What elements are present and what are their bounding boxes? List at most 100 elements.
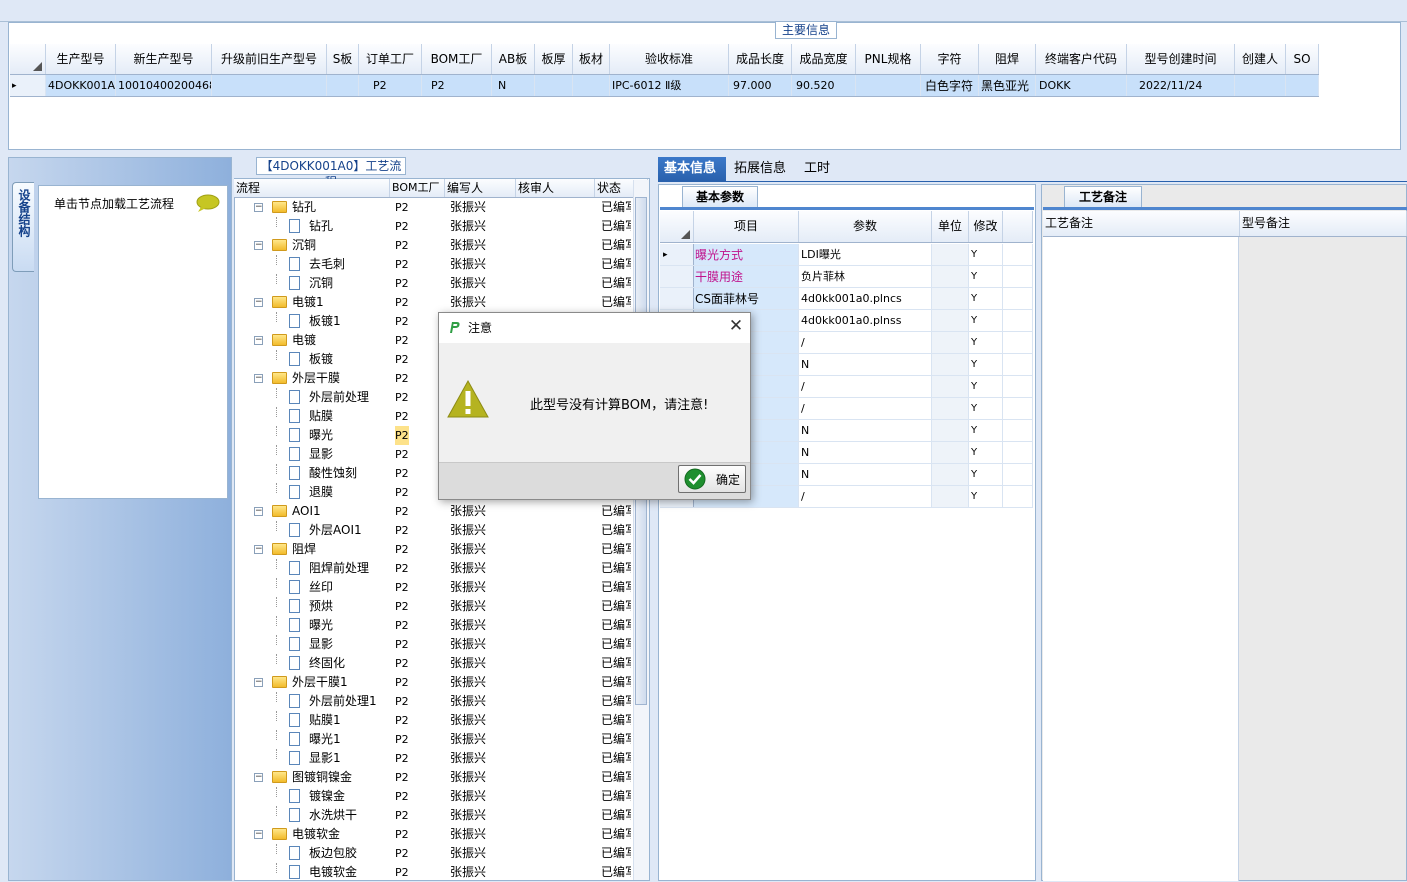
tree-node[interactable]: − AOI1 P2 张振兴 已编写	[234, 502, 634, 521]
col-header[interactable]: 项目	[694, 211, 799, 242]
col-header[interactable]: S板	[327, 44, 359, 74]
tree-node[interactable]: 电镀软金 P2 张振兴 已编写	[234, 863, 634, 882]
tree-node[interactable]: 外层前处理1 P2 张振兴 已编写	[234, 692, 634, 711]
col-header[interactable]: 终端客户代码	[1036, 44, 1127, 74]
cell[interactable]	[1286, 75, 1319, 96]
tree-node[interactable]: 丝印 P2 张振兴 已编写	[234, 578, 634, 597]
col-header[interactable]: BOM工厂	[390, 179, 445, 197]
col-header[interactable]: SO	[1286, 44, 1319, 74]
tree-node-name-cell[interactable]: 外层前处理	[234, 388, 389, 407]
tree-node-name-cell[interactable]: 终固化	[234, 654, 389, 673]
param-unit-cell[interactable]	[932, 464, 969, 485]
param-unit-cell[interactable]	[932, 332, 969, 353]
param-value-cell[interactable]: N	[799, 464, 932, 485]
collapse-icon[interactable]: −	[254, 374, 263, 383]
collapse-icon[interactable]: −	[254, 678, 263, 687]
cell[interactable]: 黑色亚光	[979, 75, 1036, 96]
param-unit-cell[interactable]	[932, 266, 969, 287]
tree-node-name-cell[interactable]: 镀镍金	[234, 787, 389, 806]
cell[interactable]: 90.520	[792, 75, 856, 96]
tree-node-name-cell[interactable]: 贴膜	[234, 407, 389, 426]
col-header[interactable]: 字符	[921, 44, 979, 74]
tree-node-name-cell[interactable]: 阻焊前处理	[234, 559, 389, 578]
param-row[interactable]: ▸ 曝光方式 LDI曝光 Y	[660, 244, 1033, 266]
tab-process-notes[interactable]: 工艺备注	[1064, 186, 1142, 208]
tree-node-name-cell[interactable]: − 沉铜	[234, 236, 389, 255]
tree-node-name-cell[interactable]: − 电镀1	[234, 293, 389, 312]
col-header[interactable]: 创建人	[1235, 44, 1286, 74]
tree-node[interactable]: 终固化 P2 张振兴 已编写	[234, 654, 634, 673]
tree-node-name-cell[interactable]: 显影1	[234, 749, 389, 768]
param-modify-cell[interactable]: Y	[969, 288, 1003, 309]
col-header[interactable]: 修改	[969, 211, 1003, 242]
param-unit-cell[interactable]	[932, 310, 969, 331]
param-modify-cell[interactable]: Y	[969, 486, 1003, 507]
col-header[interactable]: 板厚	[535, 44, 573, 74]
tree-node-name-cell[interactable]: 水洗烘干	[234, 806, 389, 825]
cell[interactable]: P2	[359, 75, 422, 96]
cell[interactable]: 97.000	[729, 75, 792, 96]
tree-node-name-cell[interactable]: 板镀	[234, 350, 389, 369]
tree-node-name-cell[interactable]: − 阻焊	[234, 540, 389, 559]
tree-node-name-cell[interactable]: − 电镀	[234, 331, 389, 350]
cell[interactable]: DOKK	[1036, 75, 1127, 96]
col-header[interactable]: 核审人	[516, 179, 595, 197]
tree-node-name-cell[interactable]: 外层前处理1	[234, 692, 389, 711]
param-unit-cell[interactable]	[932, 420, 969, 441]
collapse-icon[interactable]: −	[254, 545, 263, 554]
tree-node-name-cell[interactable]: 板边包胶	[234, 844, 389, 863]
param-modify-cell[interactable]: Y	[969, 354, 1003, 375]
collapse-icon[interactable]: −	[254, 241, 263, 250]
param-unit-cell[interactable]	[932, 288, 969, 309]
param-value-cell[interactable]: /	[799, 332, 932, 353]
param-modify-cell[interactable]: Y	[969, 442, 1003, 463]
tree-node[interactable]: − 钻孔 P2 张振兴 已编写	[234, 198, 634, 217]
cell[interactable]: 白色字符	[921, 75, 979, 96]
tree-node-name-cell[interactable]: 外层AOI1	[234, 521, 389, 540]
param-modify-cell[interactable]: Y	[969, 244, 1003, 265]
tree-node-name-cell[interactable]: 退膜	[234, 483, 389, 502]
param-value-cell[interactable]: 4d0kk001a0.plncs	[799, 288, 932, 309]
col-header[interactable]: 单位	[932, 211, 969, 242]
collapse-icon[interactable]: −	[254, 830, 263, 839]
tree-node[interactable]: 曝光 P2 张振兴 已编写	[234, 616, 634, 635]
tree-node-name-cell[interactable]: 显影	[234, 635, 389, 654]
col-header[interactable]: 订单工厂	[359, 44, 422, 74]
col-header[interactable]: AB板	[492, 44, 535, 74]
tree-node-name-cell[interactable]: − 电镀软金	[234, 825, 389, 844]
tree-node[interactable]: 显影 P2 张振兴 已编写	[234, 635, 634, 654]
tree-node-name-cell[interactable]: − 外层干膜1	[234, 673, 389, 692]
param-item-cell[interactable]: 干膜用途	[694, 266, 799, 287]
close-icon[interactable]: ✕	[726, 316, 746, 336]
table-row[interactable]: ▸ 4DOKK001A0 10010400200468 P2 P2 N IPC-…	[10, 75, 1319, 97]
cell[interactable]	[327, 75, 359, 96]
tree-node[interactable]: − 电镀软金 P2 张振兴 已编写	[234, 825, 634, 844]
tree-node[interactable]: 去毛刺 P2 张振兴 已编写	[234, 255, 634, 274]
tab-basic-params[interactable]: 基本参数	[682, 186, 758, 208]
col-header[interactable]: 编写人	[445, 179, 516, 197]
param-unit-cell[interactable]	[932, 442, 969, 463]
model-grid[interactable]: 生产型号 新生产型号 升级前旧生产型号 S板 订单工厂 BOM工厂 AB板 板厚…	[10, 44, 1399, 148]
tree-node-name-cell[interactable]: − AOI1	[234, 502, 389, 521]
tree-node[interactable]: 镀镍金 P2 张振兴 已编写	[234, 787, 634, 806]
cell[interactable]: 4DOKK001A0	[46, 75, 116, 96]
param-unit-cell[interactable]	[932, 354, 969, 375]
param-modify-cell[interactable]: Y	[969, 420, 1003, 441]
param-row[interactable]: 干膜用途 负片菲林 Y	[660, 266, 1033, 288]
tree-node-name-cell[interactable]: 曝光1	[234, 730, 389, 749]
grid-corner[interactable]	[660, 211, 694, 242]
tree-node-name-cell[interactable]: 贴膜1	[234, 711, 389, 730]
collapse-icon[interactable]: −	[254, 203, 263, 212]
col-header[interactable]: 工艺备注	[1043, 211, 1240, 236]
tab-basic-info[interactable]: 基本信息	[658, 157, 726, 181]
collapse-icon[interactable]: −	[254, 773, 263, 782]
collapse-icon[interactable]: −	[254, 298, 263, 307]
col-header[interactable]: 流程	[234, 179, 390, 197]
col-header[interactable]: 升级前旧生产型号	[212, 44, 327, 74]
param-value-cell[interactable]: /	[799, 376, 932, 397]
tree-node-name-cell[interactable]: 预烘	[234, 597, 389, 616]
tree-node[interactable]: − 阻焊 P2 张振兴 已编写	[234, 540, 634, 559]
tree-node[interactable]: 阻焊前处理 P2 张振兴 已编写	[234, 559, 634, 578]
tab-extended-info[interactable]: 拓展信息	[728, 157, 794, 181]
tree-node[interactable]: 显影1 P2 张振兴 已编写	[234, 749, 634, 768]
